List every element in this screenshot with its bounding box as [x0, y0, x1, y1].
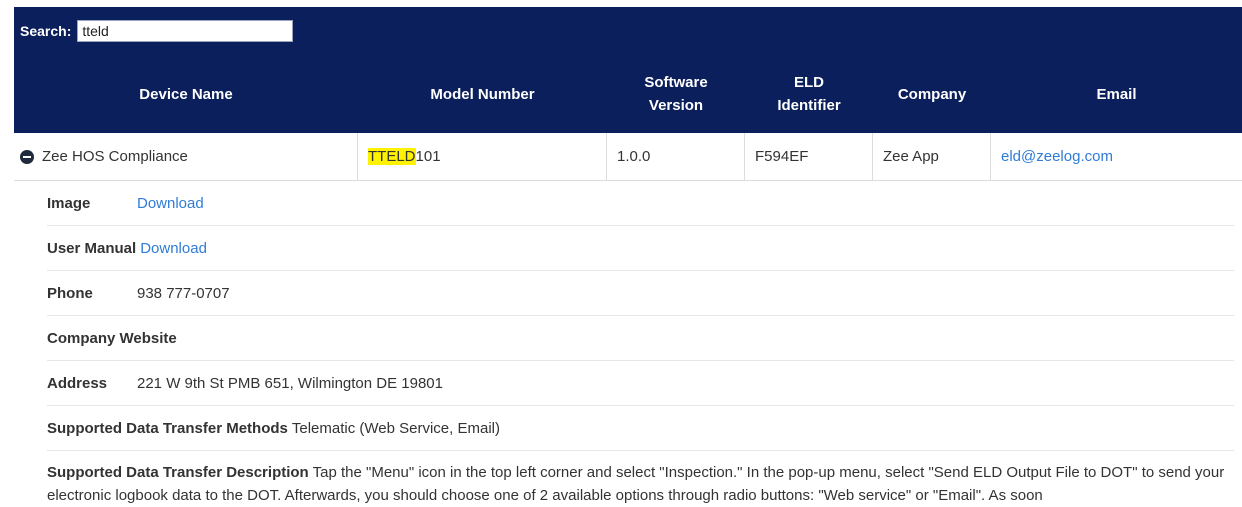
- column-header-email[interactable]: Email: [991, 55, 1242, 133]
- search-bar: Search:: [20, 20, 294, 42]
- detail-company-website: Company Website: [47, 316, 1234, 361]
- column-headers: Device Name Model Number Software Versio…: [14, 55, 1242, 133]
- eld-identifier-cell: F594EF: [745, 133, 873, 180]
- table-header: Search: Device Name Model Number Softwar…: [14, 7, 1242, 133]
- detail-label-phone: Phone: [47, 284, 93, 302]
- detail-address: Address 221 W 9th St PMB 651, Wilmington…: [47, 361, 1234, 406]
- eld-device-table: Search: Device Name Model Number Softwar…: [14, 7, 1242, 507]
- detail-transfer-description: Supported Data Transfer Description Tap …: [47, 451, 1234, 507]
- column-header-eld-identifier-label: ELD Identifier: [777, 74, 841, 114]
- search-label: Search:: [20, 23, 72, 39]
- detail-label-address: Address: [47, 374, 108, 392]
- software-version-cell: 1.0.0: [607, 133, 745, 180]
- address-value: 221 W 9th St PMB 651, Wilmington DE 1980…: [137, 374, 443, 392]
- collapse-row-icon[interactable]: [20, 149, 34, 164]
- image-download-link[interactable]: Download: [137, 195, 204, 212]
- detail-label-transfer-description: Supported Data Transfer Description: [47, 464, 309, 481]
- device-name: Zee HOS Compliance: [42, 148, 188, 165]
- transfer-methods-value: Telematic (Web Service, Email): [291, 419, 500, 437]
- column-header-model-number[interactable]: Model Number: [358, 55, 607, 133]
- column-header-device-name[interactable]: Device Name: [14, 55, 358, 133]
- detail-label-company-website: Company Website: [47, 329, 177, 347]
- detail-image: Image Download: [47, 181, 1234, 226]
- company-cell: Zee App: [873, 133, 991, 180]
- device-name-cell: Zee HOS Compliance: [14, 133, 358, 180]
- search-highlight: TTELD: [368, 148, 416, 165]
- phone-value: 938 777-0707: [137, 284, 230, 302]
- detail-label-user-manual: User Manual: [47, 239, 137, 257]
- column-header-software-version[interactable]: Software Version: [607, 55, 745, 133]
- table-row: Zee HOS Compliance TTELD 101 1.0.0 F594EF…: [14, 133, 1242, 181]
- column-header-software-version-label: Software Version: [644, 74, 708, 114]
- email-link[interactable]: eld@zeelog.com: [1001, 148, 1113, 165]
- column-header-eld-identifier[interactable]: ELD Identifier: [745, 55, 873, 133]
- email-cell: eld@zeelog.com: [991, 133, 1242, 180]
- search-input[interactable]: [77, 20, 294, 42]
- row-details: Image Download User Manual Download Phon…: [14, 181, 1242, 507]
- detail-label-transfer-methods: Supported Data Transfer Methods: [47, 419, 288, 437]
- detail-transfer-methods: Supported Data Transfer Methods Telemati…: [47, 406, 1234, 451]
- user-manual-download-link[interactable]: Download: [140, 240, 207, 257]
- detail-user-manual: User Manual Download: [47, 226, 1234, 271]
- detail-phone: Phone 938 777-0707: [47, 271, 1234, 316]
- detail-label-image: Image: [47, 194, 91, 212]
- model-number-cell: TTELD 101: [358, 133, 607, 180]
- model-number-rest: 101: [415, 148, 441, 165]
- column-header-company[interactable]: Company: [873, 55, 991, 133]
